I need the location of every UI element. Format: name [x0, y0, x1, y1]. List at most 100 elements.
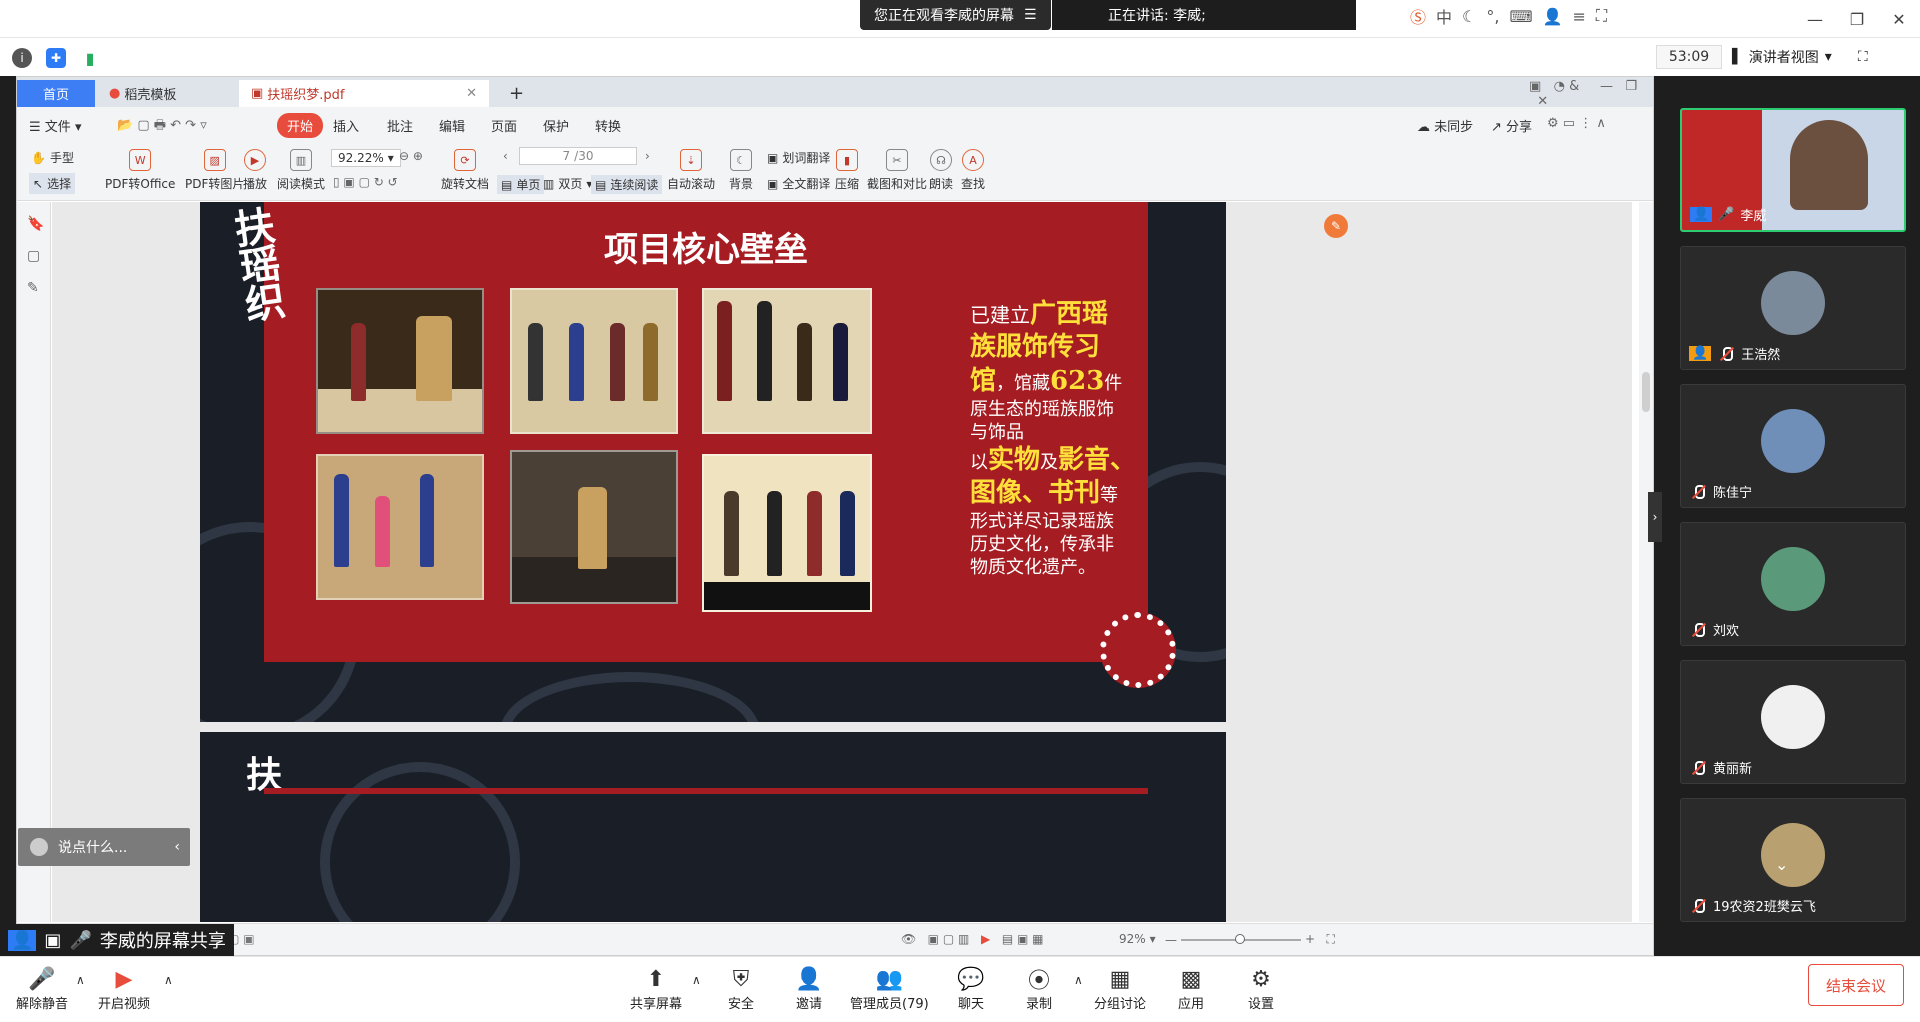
- tab-docer[interactable]: ● 稻壳模板: [97, 80, 237, 107]
- double-page-button[interactable]: ▥ 双页 ▾: [543, 175, 592, 192]
- share-button[interactable]: ↗ 分享: [1491, 116, 1532, 135]
- members-button[interactable]: 👥 管理成员(79): [850, 965, 929, 1013]
- chevron-up-icon[interactable]: ∧: [1074, 973, 1083, 987]
- screenshot-icon: ✂: [886, 149, 908, 171]
- zoom-icons[interactable]: ⊖ ⊕: [399, 149, 423, 163]
- find-label: 查找: [961, 177, 986, 191]
- next-page-icon[interactable]: ›: [645, 149, 650, 163]
- sync-status[interactable]: ☁ 未同步: [1417, 116, 1473, 135]
- scrollbar-thumb[interactable]: [1642, 372, 1650, 412]
- chinese-icon[interactable]: 中: [1436, 4, 1452, 28]
- participant-card-4[interactable]: 黄丽新: [1680, 660, 1906, 784]
- moon-icon[interactable]: ☾: [1462, 7, 1476, 26]
- prev-page-icon[interactable]: ‹: [503, 149, 508, 163]
- quick-icons[interactable]: 📂 ▢ 🖶 ↶ ↷ ▿: [117, 116, 207, 138]
- pdf-to-office-button[interactable]: W PDF转Office: [105, 149, 175, 192]
- punct-icon[interactable]: °,: [1486, 7, 1499, 26]
- participant-card-2[interactable]: 陈佳宁: [1680, 384, 1906, 508]
- zoom-select[interactable]: 92.22% ▾: [331, 149, 401, 167]
- list-icon[interactable]: ≡: [1572, 7, 1585, 26]
- find-button[interactable]: A 查找: [961, 149, 985, 192]
- autoscroll-button[interactable]: ⇣ 自动滚动: [667, 149, 715, 192]
- pdf-to-image-button[interactable]: ▨ PDF转图片: [185, 149, 244, 192]
- participant-card-5[interactable]: ⌄ 19农资2班樊云飞: [1680, 798, 1906, 922]
- view-icons[interactable]: ▯ ▣ ▢ ↻ ↺: [333, 175, 398, 189]
- minimize-icon[interactable]: —: [1794, 0, 1836, 38]
- rotate-doc-button[interactable]: ⟳ 旋转文档: [441, 149, 489, 192]
- panel-collapse-handle[interactable]: ›: [1648, 492, 1662, 542]
- share-screen-button[interactable]: ⬆ 共享屏幕: [630, 965, 682, 1013]
- menu-edit[interactable]: 编辑: [439, 116, 465, 135]
- close-tab-icon[interactable]: ✕: [466, 86, 477, 101]
- chevron-up-icon[interactable]: ∧: [164, 973, 173, 987]
- hand-tool[interactable]: ✋ 手型: [31, 149, 74, 166]
- play-button[interactable]: ▶ 播放: [243, 149, 267, 192]
- menu-annotate[interactable]: 批注: [387, 116, 413, 135]
- chat-button[interactable]: 💬 聊天: [956, 965, 986, 1013]
- info-icon[interactable]: i: [12, 48, 32, 68]
- menu-right-icons[interactable]: ⚙ ▭ ⋮ ∧: [1547, 116, 1606, 131]
- emoji-icon[interactable]: [30, 838, 48, 856]
- costume-figure: [723, 491, 739, 577]
- thumbnail-icon[interactable]: ▢: [27, 248, 40, 264]
- zoom-slider[interactable]: — + ⛶: [1165, 932, 1335, 947]
- page-input[interactable]: 7/30: [519, 147, 637, 165]
- tab-pdf[interactable]: ▣ 扶瑶织梦.pdf ✕: [239, 80, 489, 107]
- read-mode-button[interactable]: ▥ 阅读模式: [277, 149, 325, 192]
- chevron-up-icon[interactable]: ∧: [692, 973, 701, 987]
- sign-icon[interactable]: ✎: [27, 280, 39, 296]
- menu-insert[interactable]: 插入: [333, 116, 359, 135]
- security-button[interactable]: ⛨ 安全: [726, 965, 756, 1013]
- compress-button[interactable]: ▮ 压缩: [835, 149, 859, 192]
- settings-button[interactable]: ⚙ 设置: [1246, 965, 1276, 1013]
- background-button[interactable]: ☾ 背景: [729, 149, 753, 192]
- participant-card-3[interactable]: 刘欢: [1680, 522, 1906, 646]
- word-translate-button[interactable]: ▣ 划词翻译: [767, 149, 830, 166]
- text-line: 与饰品: [970, 421, 1024, 443]
- screenshot-button[interactable]: ✂ 截图和对比: [867, 149, 927, 192]
- document-viewport[interactable]: 项目核心壁垒 已建立广西瑶 族服饰传习 馆，馆藏623件 原生态的瑶族服饰 与饰…: [52, 202, 1632, 922]
- bookmark-icon[interactable]: 🔖: [27, 216, 44, 232]
- record-button[interactable]: ⦿ 录制: [1024, 965, 1054, 1012]
- scroll-down-icon[interactable]: ⌄: [1775, 855, 1788, 874]
- keyboard-icon[interactable]: ⌨: [1509, 7, 1532, 26]
- menu-page[interactable]: 页面: [491, 116, 517, 135]
- end-meeting-button[interactable]: 结束会议: [1808, 964, 1904, 1006]
- view-mode-dropdown[interactable]: ▌ 演讲者视图 ▾ ⛶: [1732, 45, 1868, 69]
- apps-button[interactable]: ▩ 应用: [1176, 965, 1206, 1013]
- shield-icon[interactable]: ✚: [46, 48, 66, 68]
- menu-icon[interactable]: ☰: [1024, 7, 1037, 23]
- collapse-icon[interactable]: ‹: [174, 839, 180, 855]
- menu-file[interactable]: ☰ 文件 ▾: [29, 116, 81, 135]
- vertical-scrollbar[interactable]: [1639, 202, 1653, 922]
- ime-icon[interactable]: Ⓢ: [1410, 4, 1426, 28]
- fullscreen-icon[interactable]: ⛶: [1858, 49, 1868, 65]
- invite-button[interactable]: 👤 邀请: [794, 965, 824, 1013]
- read-aloud-button[interactable]: ☊ 朗读: [929, 149, 953, 192]
- unmute-button[interactable]: 🎤 解除静音: [16, 965, 68, 1013]
- video-button[interactable]: ▶ 开启视频: [98, 965, 150, 1013]
- status-zoom: 92% ▾: [1119, 932, 1156, 946]
- close-icon[interactable]: ✕: [1878, 0, 1920, 38]
- expand-icon[interactable]: ⛶: [1596, 6, 1607, 26]
- breakout-button[interactable]: ▦ 分组讨论: [1094, 965, 1146, 1013]
- floating-action-icon[interactable]: ✎: [1324, 214, 1348, 238]
- new-tab-button[interactable]: +: [497, 80, 536, 107]
- participant-card-0[interactable]: 👤 🎤 李威: [1680, 108, 1906, 232]
- single-page-button[interactable]: ▤ 单页: [497, 175, 545, 194]
- menu-start[interactable]: 开始: [277, 113, 324, 138]
- chat-quick-input[interactable]: 说点什么... ‹: [18, 828, 190, 866]
- full-translate-button[interactable]: ▣ 全文翻译: [767, 175, 830, 192]
- menu-protect[interactable]: 保护: [543, 116, 569, 135]
- menu-convert[interactable]: 转换: [595, 116, 621, 135]
- participant-card-1[interactable]: 👤 王浩然: [1680, 246, 1906, 370]
- status-view-icons[interactable]: 👁 ▣ ▢ ▥ ▶ ▤ ▣ ▦: [901, 932, 1043, 946]
- user-icon[interactable]: 👤: [1543, 7, 1563, 26]
- restore-icon[interactable]: ❐: [1836, 0, 1878, 38]
- continuous-button[interactable]: ▤ 连续阅读: [591, 175, 663, 194]
- chevron-up-icon[interactable]: ∧: [76, 973, 85, 987]
- select-tool[interactable]: ↖ 选择: [29, 173, 76, 194]
- signal-icon[interactable]: ▮: [80, 48, 100, 68]
- meeting-timer: 53:09: [1656, 45, 1722, 69]
- tab-home[interactable]: 首页: [17, 80, 95, 107]
